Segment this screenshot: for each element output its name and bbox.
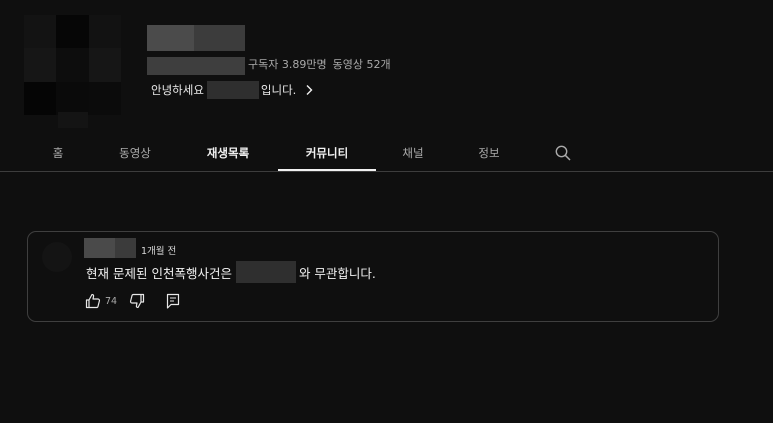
tab-home[interactable]: 홈 bbox=[40, 137, 76, 171]
like-count: 74 bbox=[105, 295, 118, 307]
post-text-end: 와 무관합니다. bbox=[298, 265, 376, 281]
tabs-divider bbox=[0, 171, 773, 172]
channel-avatar-shadow bbox=[58, 112, 88, 128]
post-timestamp[interactable]: 1개월 전 bbox=[141, 243, 176, 257]
post-author-redacted[interactable] bbox=[84, 238, 136, 258]
description-redacted bbox=[206, 81, 259, 99]
post-text-redacted bbox=[235, 261, 296, 283]
search-icon[interactable] bbox=[554, 144, 572, 162]
channel-name-redacted bbox=[147, 25, 245, 51]
channel-page: 구독자 3.89만명 동영상 52개 안녕하세요 입니다. 홈 동영상 재생목록 … bbox=[0, 0, 773, 423]
post-body: 현재 문제된 인천폭행사건은 와 무관합니다. bbox=[86, 261, 376, 283]
subscriber-count: 구독자 3.89만명 bbox=[248, 58, 327, 71]
channel-stats: 구독자 3.89만명 동영상 52개 bbox=[248, 56, 391, 74]
channel-avatar[interactable] bbox=[24, 15, 121, 115]
chevron-right-icon[interactable] bbox=[303, 84, 315, 96]
community-post: 1개월 전 현재 문제된 인천폭행사건은 와 무관합니다. 74 bbox=[27, 231, 719, 322]
comment-icon[interactable] bbox=[165, 293, 181, 309]
tab-community[interactable]: 커뮤니티 bbox=[287, 137, 367, 171]
description-text-end: 입니다. bbox=[260, 83, 297, 97]
tab-channels[interactable]: 채널 bbox=[390, 137, 436, 171]
tab-playlists[interactable]: 재생목록 bbox=[190, 137, 266, 171]
post-author-avatar[interactable] bbox=[42, 242, 72, 272]
post-text-start: 현재 문제된 인천폭행사건은 bbox=[86, 265, 232, 281]
tab-about[interactable]: 정보 bbox=[466, 137, 512, 171]
post-actions: 74 bbox=[85, 292, 181, 310]
channel-description[interactable]: 안녕하세요 입니다. bbox=[151, 80, 315, 100]
description-text-start: 안녕하세요 bbox=[151, 83, 204, 97]
video-count: 동영상 52개 bbox=[332, 58, 391, 71]
tab-videos[interactable]: 동영상 bbox=[104, 137, 166, 171]
channel-tabs: 홈 동영상 재생목록 커뮤니티 채널 정보 bbox=[0, 137, 773, 171]
thumbs-up-icon[interactable] bbox=[85, 293, 101, 309]
thumbs-down-icon[interactable] bbox=[129, 293, 145, 309]
channel-handle-redacted bbox=[147, 57, 245, 75]
